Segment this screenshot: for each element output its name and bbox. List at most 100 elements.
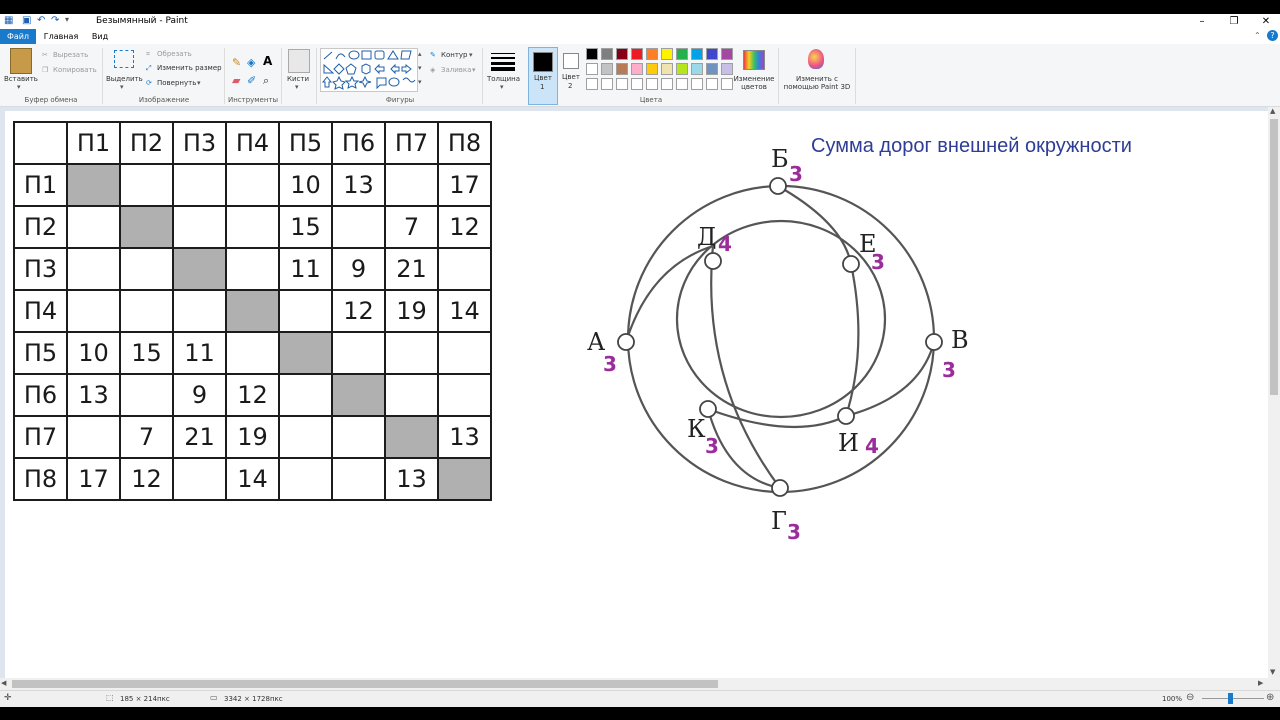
palette-custom-swatch[interactable]: [646, 78, 658, 90]
palette-custom-swatch[interactable]: [586, 78, 598, 90]
palette-swatch[interactable]: [601, 63, 613, 75]
maximize-button[interactable]: ❐: [1220, 14, 1248, 29]
table-cell: 15: [119, 331, 174, 375]
color2-button[interactable]: Цвет 2: [559, 47, 583, 103]
table-row-header: П4: [13, 289, 68, 333]
vertical-scrollbar[interactable]: ▲ ▼: [1268, 107, 1280, 678]
paint3d-button[interactable]: Изменить с помощью Paint 3D: [782, 75, 852, 91]
color1-swatch: [533, 52, 553, 72]
palette-swatch[interactable]: [586, 48, 598, 60]
fill-icon[interactable]: ◈: [247, 56, 255, 69]
palette-swatch[interactable]: [706, 63, 718, 75]
fill-button[interactable]: Заливка: [441, 66, 471, 74]
select-icon[interactable]: [114, 50, 134, 68]
palette-swatch[interactable]: [721, 63, 733, 75]
palette-custom-swatch[interactable]: [601, 78, 613, 90]
shapes-more-icon[interactable]: ▾: [418, 78, 422, 86]
palette-custom-swatch[interactable]: [631, 78, 643, 90]
size-dropdown-icon[interactable]: ▾: [500, 83, 504, 91]
table-cell: [278, 331, 333, 375]
palette-custom-swatch[interactable]: [691, 78, 703, 90]
cut-button[interactable]: Вырезать: [53, 51, 88, 59]
palette-swatch[interactable]: [601, 48, 613, 60]
paste-button[interactable]: Вставить: [4, 75, 38, 83]
magnifier-icon[interactable]: ⌕: [263, 74, 269, 88]
zoom-slider-thumb[interactable]: [1228, 693, 1233, 704]
edit-colors-button[interactable]: Изменение цветов: [732, 75, 776, 91]
collapse-ribbon-icon[interactable]: ⌃: [1254, 31, 1261, 40]
save-icon[interactable]: ▣: [22, 15, 31, 26]
paste-dropdown-icon[interactable]: ▾: [17, 83, 21, 91]
zoom-slider[interactable]: [1202, 698, 1264, 699]
tab-home[interactable]: Главная: [40, 29, 82, 44]
help-icon[interactable]: ?: [1267, 30, 1278, 41]
palette-swatch[interactable]: [646, 63, 658, 75]
minimize-button[interactable]: –: [1188, 14, 1216, 29]
drawing-canvas[interactable]: П1 П2 П3 П4 П5 П6 П7 П8 П1 10 13 17 П2 15 7 12 П3 11 9 21 П4…: [5, 111, 1268, 678]
palette-swatch[interactable]: [586, 63, 598, 75]
horizontal-scroll-thumb[interactable]: [12, 680, 718, 688]
brushes-dropdown-icon[interactable]: ▾: [295, 83, 299, 91]
palette-custom-swatch[interactable]: [706, 78, 718, 90]
vertical-scroll-thumb[interactable]: [1270, 119, 1278, 395]
edit-colors-icon[interactable]: [743, 50, 765, 70]
table-cell: 9: [331, 247, 386, 291]
eraser-icon[interactable]: ▰: [232, 74, 240, 87]
palette-swatch[interactable]: [661, 48, 673, 60]
copy-button[interactable]: Копировать: [53, 66, 97, 74]
palette-swatch[interactable]: [676, 63, 688, 75]
brushes-button[interactable]: Кисти: [287, 75, 309, 83]
size-button[interactable]: Толщина: [487, 75, 520, 83]
line-thickness-icon[interactable]: [491, 51, 515, 71]
redo-icon[interactable]: ↷: [51, 15, 59, 26]
table-cell: [66, 205, 121, 249]
select-dropdown-icon[interactable]: ▾: [120, 83, 124, 91]
palette-swatch[interactable]: [616, 48, 628, 60]
palette-swatch[interactable]: [631, 48, 643, 60]
paste-icon[interactable]: [10, 48, 32, 74]
palette-swatch[interactable]: [706, 48, 718, 60]
palette-swatch[interactable]: [661, 63, 673, 75]
shapes-gallery[interactable]: [320, 48, 418, 92]
palette-custom-swatch[interactable]: [616, 78, 628, 90]
close-button[interactable]: ✕: [1252, 14, 1280, 29]
paint3d-icon[interactable]: [808, 49, 824, 69]
tab-file[interactable]: Файл: [0, 29, 36, 44]
rotate-dropdown-icon[interactable]: ▾: [197, 79, 201, 87]
table-row: П4 12 19 14: [13, 289, 492, 333]
resize-button[interactable]: Изменить размер: [157, 64, 222, 72]
undo-icon[interactable]: ↶: [37, 15, 45, 26]
shapes-scroll-up-icon[interactable]: ▴: [418, 50, 422, 58]
rotate-button[interactable]: Повернуть: [157, 79, 196, 87]
palette-swatch[interactable]: [691, 48, 703, 60]
scroll-right-icon[interactable]: ▶: [1258, 679, 1263, 687]
palette-swatch[interactable]: [616, 63, 628, 75]
pencil-icon[interactable]: ✎: [232, 56, 241, 69]
crop-button[interactable]: Обрезать: [157, 50, 192, 58]
shapes-scroll-down-icon[interactable]: ▾: [418, 64, 422, 72]
select-button[interactable]: Выделить: [106, 75, 143, 83]
scroll-up-icon[interactable]: ▲: [1270, 107, 1275, 115]
scroll-left-icon[interactable]: ◀: [1, 679, 6, 687]
palette-swatch[interactable]: [721, 48, 733, 60]
palette-swatch[interactable]: [646, 48, 658, 60]
fill-dropdown-icon[interactable]: ▾: [472, 66, 476, 74]
text-icon[interactable]: A: [263, 54, 272, 68]
palette-swatch[interactable]: [631, 63, 643, 75]
palette-swatch[interactable]: [691, 63, 703, 75]
palette-swatch[interactable]: [676, 48, 688, 60]
zoom-in-icon[interactable]: ⊕: [1266, 692, 1274, 703]
outline-dropdown-icon[interactable]: ▾: [469, 51, 473, 59]
customize-toolbar-icon[interactable]: ▾: [65, 15, 69, 24]
tab-view[interactable]: Вид: [86, 29, 114, 44]
outline-button[interactable]: Контур: [441, 51, 468, 59]
zoom-out-icon[interactable]: ⊖: [1186, 692, 1194, 703]
palette-custom-swatch[interactable]: [676, 78, 688, 90]
palette-custom-swatch[interactable]: [661, 78, 673, 90]
color1-button[interactable]: Цвет 1: [528, 47, 558, 105]
brushes-icon[interactable]: [288, 49, 310, 73]
color-picker-icon[interactable]: ✐: [247, 74, 256, 87]
horizontal-scrollbar[interactable]: ◀ ▶: [0, 678, 1268, 690]
outline-icon: ✎: [430, 51, 436, 59]
scroll-down-icon[interactable]: ▼: [1270, 668, 1275, 676]
